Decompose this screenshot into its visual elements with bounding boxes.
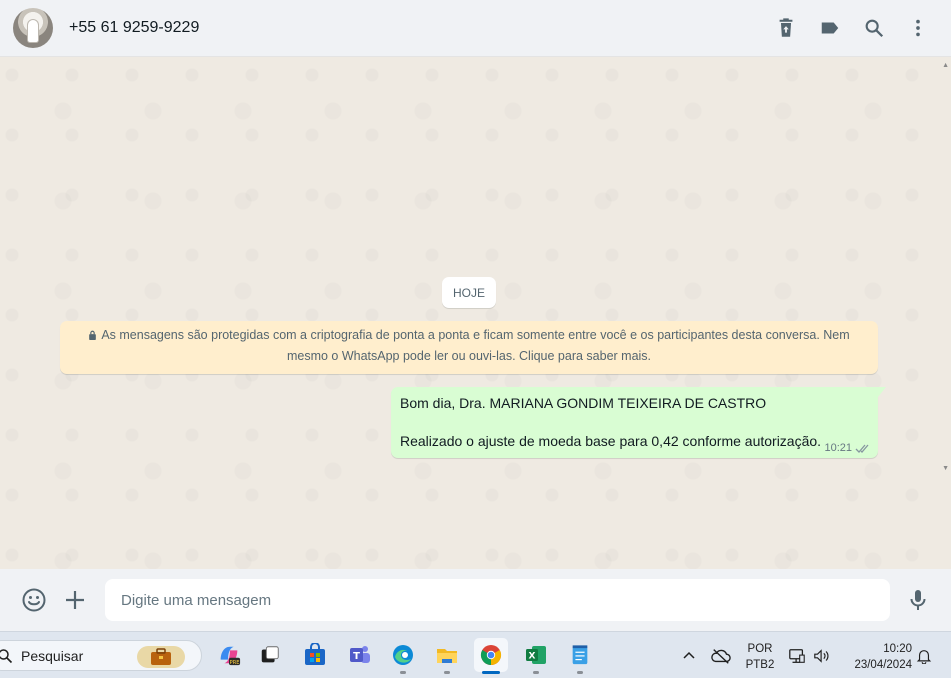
emoji-icon[interactable] bbox=[21, 587, 47, 613]
day-divider: HOJE bbox=[442, 277, 496, 308]
task-view-icon[interactable] bbox=[253, 638, 287, 672]
running-indicator bbox=[577, 671, 583, 674]
clock-date: 23/04/2024 bbox=[854, 659, 912, 671]
encryption-notice[interactable]: As mensagens são protegidas com a cripto… bbox=[60, 321, 878, 374]
running-indicator bbox=[533, 671, 539, 674]
notifications-bell-icon[interactable] bbox=[916, 632, 932, 678]
outgoing-message[interactable]: Bom dia, Dra. MARIANA GONDIM TEIXEIRA DE… bbox=[391, 387, 886, 458]
excel-icon[interactable]: X bbox=[519, 638, 553, 674]
message-composer bbox=[0, 569, 951, 631]
windows-taskbar: Pesquisar PRE T X POR PTB2 10:20 23/04/2… bbox=[0, 631, 951, 678]
attach-plus-icon[interactable] bbox=[62, 587, 88, 613]
svg-text:PRE: PRE bbox=[230, 660, 240, 666]
encryption-notice-text: As mensagens são protegidas com a cripto… bbox=[101, 328, 850, 363]
microsoft-store-icon[interactable] bbox=[298, 638, 332, 672]
copilot-app-icon[interactable]: PRE bbox=[212, 638, 246, 672]
search-icon[interactable] bbox=[863, 17, 885, 39]
scroll-down-arrow-icon[interactable]: ▼ bbox=[942, 465, 949, 472]
search-icon bbox=[0, 648, 13, 663]
label-icon[interactable] bbox=[819, 17, 841, 39]
contact-avatar[interactable] bbox=[13, 8, 53, 48]
language-indicator[interactable]: POR PTB2 bbox=[745, 641, 775, 673]
active-indicator bbox=[482, 671, 500, 674]
delete-chat-icon[interactable] bbox=[775, 17, 797, 39]
svg-text:X: X bbox=[529, 652, 536, 662]
teams-icon[interactable]: T bbox=[343, 638, 377, 672]
lock-icon bbox=[89, 330, 97, 340]
edge-browser-icon[interactable] bbox=[386, 638, 420, 674]
message-input[interactable] bbox=[105, 579, 890, 621]
menu-icon[interactable] bbox=[907, 17, 929, 39]
show-hidden-icons-chevron-icon[interactable] bbox=[681, 632, 697, 678]
message-meta: 10:21 bbox=[824, 442, 871, 454]
language-code: POR bbox=[747, 643, 773, 655]
clock-time: 10:20 bbox=[883, 643, 912, 655]
message-text-line: Bom dia, Dra. MARIANA GONDIM TEIXEIRA DE… bbox=[400, 395, 767, 411]
briefcase-icon[interactable] bbox=[137, 646, 185, 668]
running-indicator bbox=[400, 671, 406, 674]
message-text-line: Realizado o ajuste de moeda base para 0,… bbox=[400, 433, 822, 449]
chat-header: +55 61 9259-9229 bbox=[0, 0, 951, 57]
network-icon[interactable] bbox=[788, 632, 806, 678]
svg-text:T: T bbox=[353, 651, 360, 662]
volume-icon[interactable] bbox=[813, 632, 831, 678]
chat-area[interactable]: ▲ ▼ HOJE As mensagens são protegidas com… bbox=[0, 57, 951, 569]
notepad-icon[interactable] bbox=[563, 638, 597, 674]
message-time: 10:21 bbox=[824, 442, 852, 454]
taskbar-search-placeholder: Pesquisar bbox=[21, 647, 84, 664]
system-clock[interactable]: 10:20 23/04/2024 bbox=[844, 641, 912, 673]
header-actions bbox=[753, 17, 929, 39]
microphone-icon[interactable] bbox=[905, 587, 931, 613]
double-check-icon bbox=[855, 444, 869, 453]
file-explorer-icon[interactable] bbox=[430, 638, 464, 674]
contact-name[interactable]: +55 61 9259-9229 bbox=[69, 19, 199, 37]
cloud-offline-icon[interactable] bbox=[711, 632, 731, 678]
taskbar-search[interactable]: Pesquisar bbox=[0, 640, 202, 671]
scroll-up-arrow-icon[interactable]: ▲ bbox=[942, 62, 949, 69]
chrome-browser-icon[interactable] bbox=[474, 638, 508, 674]
running-indicator bbox=[444, 671, 450, 674]
keyboard-layout: PTB2 bbox=[745, 659, 775, 671]
